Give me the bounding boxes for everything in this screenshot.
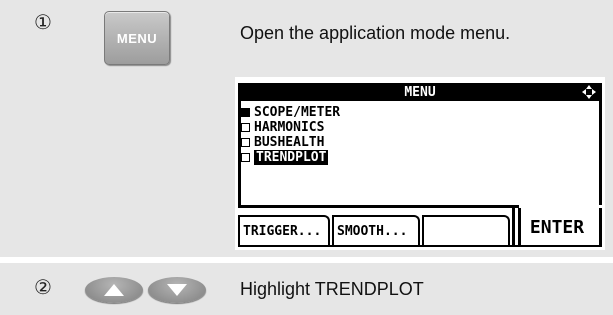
checkbox-checked-icon: [241, 108, 250, 117]
softkey-smooth[interactable]: SMOOTH...: [332, 215, 420, 246]
softkey-top-line: [238, 205, 516, 208]
mode-list: SCOPE/METER HARMONICS BUSHEALTH TRENDPLO…: [241, 105, 340, 165]
checkbox-empty-icon: [241, 153, 250, 162]
softkey-blank[interactable]: [422, 215, 510, 246]
softkey-enter[interactable]: ENTER: [512, 208, 602, 246]
mode-item-label: HARMONICS: [254, 120, 325, 135]
mode-item-label-highlighted: TRENDPLOT: [254, 150, 329, 165]
step-1-instruction: Open the application mode menu.: [240, 23, 511, 43]
checkbox-empty-icon: [241, 123, 250, 132]
step-2-instruction: Highlight TRENDPLOT: [240, 279, 424, 299]
softkey-baseline: [238, 245, 602, 247]
step-2-number: ②: [34, 275, 52, 299]
arrow-down-button[interactable]: [148, 277, 206, 303]
step-1-number: ①: [34, 10, 52, 34]
navigation-arrows-icon: [582, 85, 596, 99]
mode-item-trendplot[interactable]: TRENDPLOT: [241, 150, 340, 165]
arrow-up-icon: [104, 284, 124, 296]
mode-item-bushealth[interactable]: BUSHEALTH: [241, 135, 340, 150]
screen-title-bar: MENU: [238, 83, 602, 101]
arrow-up-button[interactable]: [85, 277, 143, 303]
mode-item-scope-meter[interactable]: SCOPE/METER: [241, 105, 340, 120]
instrument-screen: MENU SCOPE/METER HARMONICS BUSHEALTH TRE…: [235, 77, 605, 250]
arrow-down-icon: [167, 284, 187, 296]
menu-button[interactable]: MENU: [104, 11, 170, 65]
softkey-trigger[interactable]: TRIGGER...: [238, 215, 330, 246]
softkey-bar: TRIGGER... SMOOTH... ENTER: [238, 205, 602, 247]
screen-title: MENU: [404, 84, 436, 100]
mode-item-label: BUSHEALTH: [254, 135, 325, 150]
checkbox-empty-icon: [241, 138, 250, 147]
mode-item-label: SCOPE/METER: [254, 105, 341, 120]
mode-item-harmonics[interactable]: HARMONICS: [241, 120, 340, 135]
